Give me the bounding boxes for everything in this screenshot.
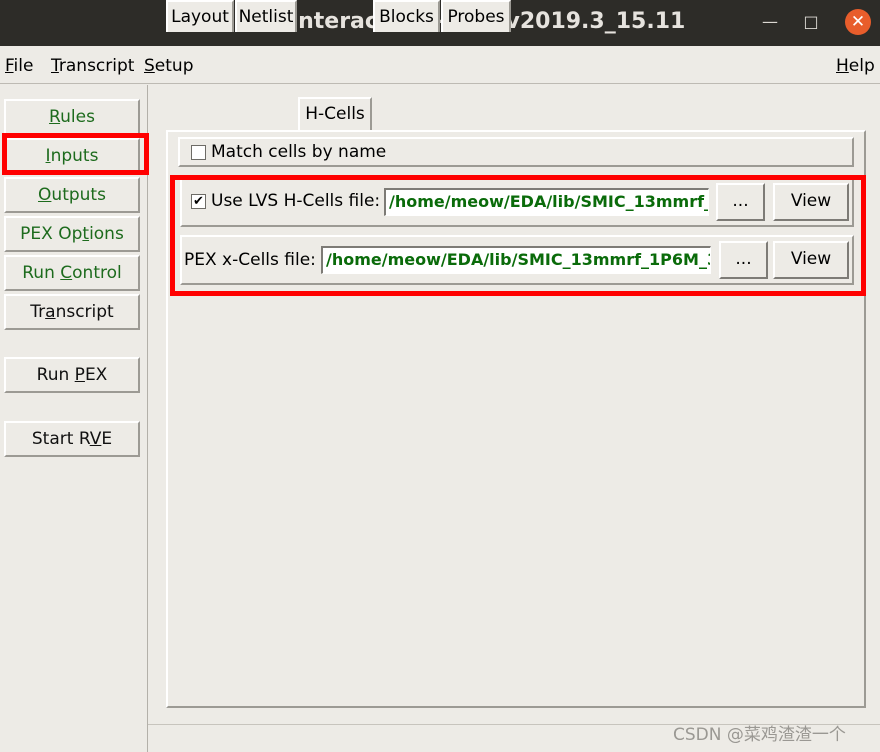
nav-rules-button[interactable]: Rules [4, 99, 140, 135]
menu-file[interactable]: File [5, 56, 33, 76]
nav-transcript-mnemonic: a [45, 302, 56, 322]
nav-rules-mnemonic: R [49, 107, 61, 127]
tab-netlist[interactable]: Netlist [235, 0, 297, 32]
menu-help-label: elp [848, 56, 875, 76]
run-pex-mnemonic: P [74, 365, 85, 385]
window-title-bar[interactable]: Calibre Interactive - PEX v2019.3_15.11 … [0, 0, 880, 46]
close-icon[interactable]: ✕ [845, 9, 871, 35]
nav-transcript-pre: Tr [30, 302, 46, 322]
start-rve-post: E [101, 429, 113, 449]
tab-layout[interactable]: Layout [166, 0, 234, 32]
menu-help[interactable]: Help [836, 56, 875, 76]
nav-pex-options-post: ions [89, 224, 124, 244]
run-pex-button[interactable]: Run PEX [4, 357, 140, 393]
files-highlight-box [170, 175, 866, 296]
menu-transcript-label: ranscript [58, 56, 135, 76]
nav-run-control-post: ontrol [72, 263, 122, 283]
nav-run-control-button[interactable]: Run Control [4, 255, 140, 291]
run-pex-pre: Run [36, 365, 75, 385]
menu-file-label: ile [13, 56, 34, 76]
minimize-icon[interactable]: — [757, 9, 783, 35]
window-title: Calibre Interactive - PEX v2019.3_15.11 [195, 9, 686, 34]
menu-transcript-mnemonic: T [51, 56, 59, 76]
menu-setup[interactable]: Setup [144, 56, 194, 76]
menubar: File Transcript Setup Help [0, 46, 880, 84]
nav-outputs-mnemonic: O [38, 185, 52, 205]
tab-h-cells[interactable]: H-Cells [298, 97, 372, 131]
start-rve-pre: Start R [31, 429, 90, 449]
nav-transcript-button[interactable]: Transcript [4, 294, 140, 330]
inputs-highlight-box [2, 133, 149, 175]
run-pex-post: EX [84, 365, 108, 385]
menu-transcript[interactable]: Transcript [51, 56, 134, 76]
maximize-icon[interactable]: □ [798, 9, 824, 35]
start-rve-mnemonic: V [89, 429, 102, 449]
nav-run-control-mnemonic: C [60, 263, 73, 283]
nav-pex-options-pre: PEX Op [20, 224, 83, 244]
start-rve-button[interactable]: Start RVE [4, 421, 140, 457]
menu-setup-mnemonic: S [144, 56, 155, 76]
tab-probes[interactable]: Probes [441, 0, 511, 32]
menu-file-mnemonic: F [5, 56, 14, 76]
nav-pex-options-button[interactable]: PEX Options [4, 216, 140, 252]
match-cells-label: Match cells by name [211, 142, 387, 162]
nav-transcript-post: nscript [55, 302, 114, 322]
watermark-text: CSDN @菜鸡渣渣一个 [673, 725, 846, 745]
nav-rules-post: ules [60, 107, 95, 127]
menu-help-mnemonic: H [836, 56, 849, 76]
nav-outputs-button[interactable]: Outputs [4, 177, 140, 213]
menu-setup-label: etup [154, 56, 194, 76]
match-cells-checkbox[interactable] [191, 145, 206, 160]
tab-blocks[interactable]: Blocks [373, 0, 440, 32]
nav-outputs-post: utputs [51, 185, 106, 205]
nav-run-control-pre: Run [22, 263, 61, 283]
